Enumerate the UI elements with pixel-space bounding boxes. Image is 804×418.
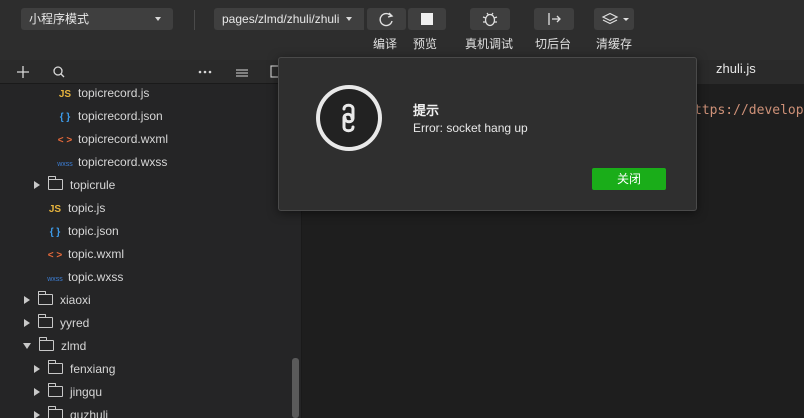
tree-item-label: zlmd (61, 339, 87, 353)
tree-item-label: topic.js (68, 201, 106, 215)
chevron-right-icon (24, 296, 30, 304)
mode-select[interactable]: 小程序模式 (21, 8, 173, 30)
tree-folder[interactable]: zlmd (23, 337, 86, 360)
tree-item[interactable]: wxss topic.wxss (46, 268, 123, 291)
folder-icon (38, 314, 53, 328)
tree-folder[interactable]: topicrule (34, 176, 115, 199)
dialog-message: Error: socket hang up (413, 121, 528, 135)
layers-icon (601, 12, 629, 25)
tree-item-label: xiaoxi (60, 293, 91, 307)
preview-button[interactable] (408, 8, 446, 30)
tab-zhuli-js[interactable]: zhuli.js (716, 61, 756, 76)
bug-icon (482, 12, 498, 27)
tree-folder[interactable]: yyred (24, 314, 89, 337)
tree-folder[interactable]: fenxiang (34, 360, 115, 383)
tree-item[interactable]: wxss topicrecord.wxss (56, 153, 167, 176)
switch-background-button[interactable] (534, 8, 574, 30)
chevron-right-icon (24, 319, 30, 327)
clear-cache-label: 清缓存 (596, 37, 633, 51)
compile-button[interactable] (367, 8, 406, 30)
chevron-down-icon (155, 17, 161, 21)
compile-label: 编译 (373, 37, 398, 51)
tree-item[interactable]: < > topic.wxml (46, 245, 124, 268)
dialog-title: 提示 (413, 103, 440, 118)
folder-open-icon (39, 337, 54, 351)
refresh-icon (379, 12, 394, 27)
tree-item-label: topicrecord.wxml (78, 132, 169, 146)
js-file-icon: JS (48, 204, 62, 215)
switch-background-label: 切后台 (535, 37, 572, 51)
tree-scrollbar[interactable] (292, 358, 299, 418)
toolbar-divider (194, 10, 195, 30)
tree-item[interactable]: { } topic.json (46, 222, 119, 245)
tree-item[interactable]: JS topicrecord.js (56, 84, 150, 107)
tree-folder[interactable]: xiaoxi (24, 291, 91, 314)
tree-folder[interactable]: quzhuli (34, 406, 108, 418)
wxml-file-icon: < > (47, 250, 63, 261)
more-icon[interactable] (198, 70, 212, 74)
folder-icon (48, 176, 63, 190)
wxss-file-icon: wxss (57, 161, 73, 168)
json-file-icon: { } (59, 112, 71, 123)
miniprogram-logo-icon (316, 85, 382, 151)
tree-item-label: topic.wxml (68, 247, 125, 261)
collapse-icon[interactable] (236, 69, 248, 77)
tree-item-label: yyred (60, 316, 90, 330)
chevron-right-icon (34, 388, 40, 396)
tree-item[interactable]: < > topicrecord.wxml (56, 130, 168, 153)
chevron-down-icon (23, 343, 31, 349)
chevron-right-icon (34, 365, 40, 373)
preview-icon (421, 13, 433, 25)
file-tree: JS topicrecord.js { } topicrecord.json < >… (0, 84, 302, 418)
clear-cache-button[interactable] (594, 8, 634, 30)
tree-item[interactable]: { } topicrecord.json (56, 107, 163, 130)
folder-icon (48, 360, 63, 374)
folder-icon (38, 291, 53, 305)
tree-item-label: jingqu (70, 385, 103, 399)
remote-debug-label: 真机调试 (465, 37, 514, 51)
toolbar: 小程序模式 pages/zlmd/zhuli/zhuli 编译 预览 真机调试 … (0, 0, 804, 60)
tree-item-label: fenxiang (70, 362, 116, 376)
folder-icon (48, 383, 63, 397)
tree-item-label: topicrecord.wxss (78, 155, 168, 169)
miniprogram-logo-inner (320, 89, 378, 147)
code-text: ttps://develope (694, 103, 804, 118)
chevron-right-icon (34, 181, 40, 189)
wxml-file-icon: < > (57, 135, 73, 146)
chevron-right-icon (34, 411, 40, 418)
search-icon[interactable] (53, 66, 65, 78)
mode-select-label: 小程序模式 (29, 12, 90, 26)
link-icon (342, 103, 355, 133)
tree-item-label: topicrule (70, 178, 116, 192)
close-button[interactable]: 关闭 (592, 168, 666, 190)
add-icon[interactable] (17, 66, 29, 78)
remote-debug-button[interactable] (470, 8, 510, 30)
page-path-label: pages/zlmd/zhuli/zhuli (222, 12, 340, 26)
explorer-header-icons (17, 65, 281, 78)
tree-item-label: quzhuli (70, 408, 109, 418)
tree-item-label: topicrecord.js (78, 86, 150, 100)
switch-background-icon (548, 13, 561, 25)
folder-icon (48, 406, 63, 418)
js-file-icon: JS (58, 89, 72, 100)
tree-item[interactable]: JS topic.js (46, 199, 105, 222)
wxss-file-icon: wxss (47, 276, 63, 283)
tree-folder[interactable]: jingqu (34, 383, 102, 406)
devtools-window: 小程序模式 pages/zlmd/zhuli/zhuli 编译 预览 真机调试 … (0, 0, 804, 418)
chevron-down-icon (346, 17, 352, 21)
preview-label: 预览 (413, 37, 438, 51)
tree-item-label: topic.wxss (68, 270, 124, 284)
explorer-header (0, 60, 302, 84)
tree-item-label: topicrecord.json (78, 109, 163, 123)
tree-item-label: topic.json (68, 224, 119, 238)
error-dialog: 提示 Error: socket hang up 关闭 (278, 57, 697, 211)
json-file-icon: { } (49, 227, 61, 238)
page-path-select[interactable]: pages/zlmd/zhuli/zhuli (214, 8, 364, 30)
